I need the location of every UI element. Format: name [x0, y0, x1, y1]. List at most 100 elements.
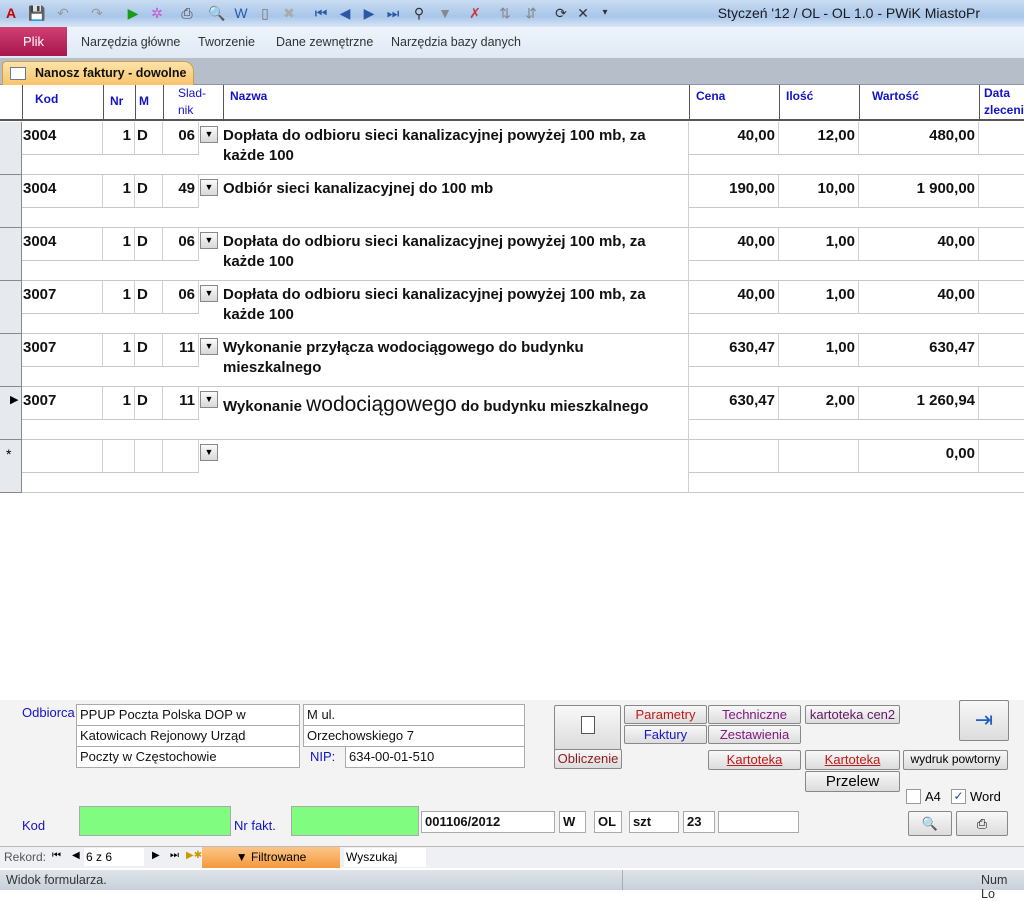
table-row[interactable]: 3004 1 D 06 ▼ Dopłata do odbioru sieci kanali…	[22, 228, 1024, 281]
ol-field[interactable]: OL	[594, 811, 622, 833]
prev-record-icon[interactable]: ◀	[336, 4, 354, 22]
number-field[interactable]: 23	[683, 811, 715, 833]
header-skladnik[interactable]: Slad- nik	[163, 85, 223, 121]
kartoteka-cen2-button[interactable]: kartoteka cen2	[805, 705, 900, 724]
print-button[interactable]: ⎙	[956, 811, 1008, 836]
refresh-icon[interactable]: ⟳	[552, 4, 570, 22]
cell-wartosc[interactable]: 630,47	[859, 334, 979, 367]
table-row[interactable]: 3007 1 D 11 ▼ Wykonanie przyłącza wodociągowe…	[22, 334, 1024, 387]
cell-m[interactable]: D	[135, 281, 163, 314]
cell-m[interactable]: D	[135, 122, 163, 155]
address-line-2[interactable]: Orzechowskiego 7	[303, 725, 525, 747]
cell-data[interactable]	[979, 228, 1024, 261]
cell-sk[interactable]: 11	[163, 334, 199, 367]
print-preview-icon[interactable]: 🔍	[208, 4, 226, 22]
table-row[interactable]: 3004 1 D 49 ▼ Odbiór sieci kanalizacyjnej do …	[22, 175, 1024, 228]
cell-kod[interactable]: 3004	[22, 175, 103, 208]
table-row[interactable]: 3007 1 D 11 ▼ Wykonanie wodociągowego do budy…	[22, 387, 1024, 440]
cell-cena[interactable]: 40,00	[689, 228, 779, 261]
prev-record-button[interactable]: ◀	[72, 850, 80, 861]
find-icon[interactable]: ⚲	[410, 4, 428, 22]
cell-sk[interactable]: 11	[163, 387, 199, 420]
cell-wartosc[interactable]: 1 260,94	[859, 387, 979, 420]
first-record-button[interactable]: ⏮	[52, 850, 61, 861]
header-nazwa[interactable]: Nazwa	[223, 85, 689, 121]
cell-m[interactable]: D	[135, 228, 163, 261]
cell-kod[interactable]	[22, 440, 103, 473]
new-record-button[interactable]: ▶✱	[186, 850, 202, 861]
skladnik-dropdown-button[interactable]: ▼	[200, 126, 218, 143]
cell-nazwa[interactable]: Dopłata do odbioru sieci kanalizacyjnej …	[223, 126, 683, 172]
cell-data[interactable]	[979, 122, 1024, 155]
invoice-number-field[interactable]: 001106/2012	[421, 811, 555, 833]
first-record-icon[interactable]: ⏮	[312, 4, 330, 22]
cell-nr[interactable]: 1	[103, 228, 135, 261]
next-record-icon[interactable]: ▶	[360, 4, 378, 22]
odbiorca-line-2[interactable]: Katowicach Rejonowy Urząd	[76, 725, 300, 747]
print-icon[interactable]: ⎙	[178, 4, 196, 22]
last-record-button[interactable]: ⏭	[170, 850, 179, 861]
skladnik-dropdown-button[interactable]: ▼	[200, 285, 218, 302]
remove-filter-icon[interactable]: ✗	[466, 4, 484, 22]
nip-field[interactable]: 634-00-01-510	[345, 746, 525, 768]
cell-ilosc[interactable]	[779, 440, 859, 473]
header-data[interactable]: Data zleceni	[979, 85, 1024, 121]
cell-nazwa[interactable]: Odbiór sieci kanalizacyjnej do 100 mb	[223, 179, 683, 225]
techniczne-button[interactable]: Techniczne	[708, 705, 801, 724]
zestawienia-button[interactable]: Zestawienia	[708, 725, 801, 744]
cell-m[interactable]: D	[135, 387, 163, 420]
cell-wartosc[interactable]: 480,00	[859, 122, 979, 155]
sort-asc-icon[interactable]: ⇅	[496, 4, 514, 22]
cell-cena[interactable]: 190,00	[689, 175, 779, 208]
cell-data[interactable]	[979, 175, 1024, 208]
header-ilosc[interactable]: Ilość	[779, 85, 859, 121]
cell-data[interactable]	[979, 281, 1024, 314]
book-icon[interactable]: ▯	[256, 4, 274, 22]
cell-cena[interactable]: 630,47	[689, 334, 779, 367]
cell-kod[interactable]: 3004	[22, 122, 103, 155]
cell-cena[interactable]: 40,00	[689, 122, 779, 155]
table-row[interactable]: 3007 1 D 06 ▼ Dopłata do odbioru sieci kanali…	[22, 281, 1024, 334]
extra-field[interactable]	[718, 811, 799, 833]
delete-icon[interactable]: ✕	[574, 4, 592, 22]
skladnik-dropdown-button[interactable]: ▼	[200, 179, 218, 196]
header-m[interactable]: M	[135, 85, 163, 121]
cell-kod[interactable]: 3007	[22, 334, 103, 367]
exit-button[interactable]: ⇥	[959, 700, 1009, 741]
preview-button[interactable]: 🔍	[908, 811, 952, 836]
unit-field[interactable]: szt	[629, 811, 679, 833]
header-nr[interactable]: Nr	[103, 85, 135, 121]
cell-nr[interactable]	[103, 440, 135, 473]
row-selector[interactable]	[0, 122, 22, 175]
cell-m[interactable]: D	[135, 334, 163, 367]
filter-toggle[interactable]: ▼ Filtrowane	[202, 847, 340, 868]
odbiorca-line-3[interactable]: Poczty w Częstochowie	[76, 746, 300, 768]
cell-nr[interactable]: 1	[103, 387, 135, 420]
row-selector[interactable]: ▶	[0, 387, 22, 440]
kartoteka-button-2[interactable]: Kartoteka	[805, 750, 900, 770]
undo-icon[interactable]: ↶	[54, 4, 72, 22]
faktury-button[interactable]: Faktury	[624, 725, 707, 744]
kod-field[interactable]	[79, 806, 231, 836]
row-selector[interactable]	[0, 281, 22, 334]
cell-nazwa[interactable]: Wykonanie przyłącza wodociągowego do bud…	[223, 338, 683, 384]
file-tab[interactable]: Plik	[0, 27, 67, 56]
cell-ilosc[interactable]: 1,00	[779, 228, 859, 261]
run-icon[interactable]: ▶	[124, 4, 142, 22]
cell-data[interactable]	[979, 334, 1024, 367]
cell-ilosc[interactable]: 1,00	[779, 334, 859, 367]
nr-fakt-field[interactable]	[291, 806, 419, 836]
cell-ilosc[interactable]: 12,00	[779, 122, 859, 155]
header-kod[interactable]: Kod	[22, 85, 103, 121]
access-app-icon[interactable]: A	[2, 4, 20, 22]
close-doc-icon[interactable]: ✖	[280, 4, 298, 22]
cell-sk[interactable]: 06	[163, 122, 199, 155]
next-record-button[interactable]: ▶	[152, 850, 160, 861]
cell-data[interactable]	[979, 387, 1024, 420]
redo-icon[interactable]: ↷	[88, 4, 106, 22]
obliczenie-button[interactable]: Obliczenie	[554, 749, 622, 769]
cell-cena[interactable]	[689, 440, 779, 473]
cell-kod[interactable]: 3007	[22, 281, 103, 314]
sort-desc-icon[interactable]: ⇵	[522, 4, 540, 22]
save-icon[interactable]: 💾	[28, 4, 46, 22]
